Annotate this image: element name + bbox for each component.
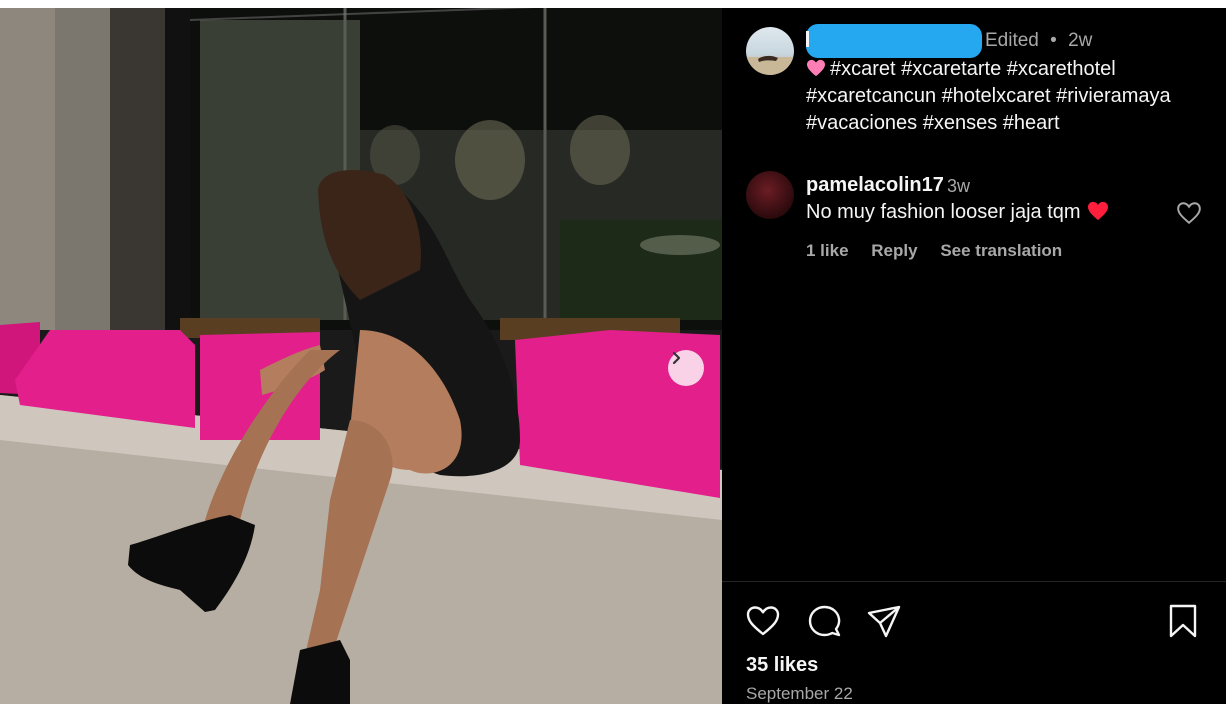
- comment-like-heart-icon[interactable]: [1176, 201, 1202, 225]
- comment-text: No muy fashion looser jaja tqm: [806, 201, 1109, 224]
- comment-reply-button[interactable]: Reply: [871, 241, 917, 260]
- window-top-edge: [0, 0, 1229, 8]
- red-heart-icon: [1087, 201, 1108, 221]
- chevron-right-icon: [672, 351, 681, 365]
- post-age[interactable]: 2w: [1068, 30, 1092, 51]
- like-heart-icon[interactable]: [745, 603, 781, 639]
- commenter-avatar[interactable]: [746, 171, 794, 219]
- comment-username[interactable]: pamelacolin17: [806, 174, 944, 197]
- owner-avatar[interactable]: [746, 27, 794, 75]
- owner-avatar-photo: [746, 55, 794, 75]
- pink-heart-icon: [807, 59, 825, 77]
- comment-actions: 1 like Reply See translation: [806, 241, 1080, 261]
- comment-age[interactable]: 3w: [947, 176, 970, 197]
- edited-label: Edited: [985, 30, 1039, 51]
- post-caption: #xcaret #xcaretarte #xcarethotel #xcaret…: [806, 56, 1196, 137]
- send-arrow-icon[interactable]: [866, 603, 902, 639]
- post-meta: Edited • 2w: [985, 30, 1092, 52]
- next-photo-button[interactable]: [668, 350, 704, 386]
- username-cursor-mark: [806, 31, 809, 47]
- meta-separator: •: [1050, 30, 1057, 51]
- post-photo[interactable]: [0, 0, 722, 704]
- caption-hashtags[interactable]: #xcaret #xcaretarte #xcarethotel #xcaret…: [806, 58, 1171, 134]
- post-date: September 22: [746, 684, 853, 703]
- photo-illustration: [0, 0, 722, 704]
- comment-bubble-icon[interactable]: [806, 603, 842, 639]
- comment-like-count[interactable]: 1 like: [806, 241, 849, 260]
- see-translation-button[interactable]: See translation: [940, 241, 1062, 260]
- instagram-post-window: Edited • 2w #xcaret #xcaretarte #xcareth…: [0, 0, 1229, 704]
- bookmark-icon[interactable]: [1165, 603, 1201, 639]
- actions-divider: [722, 581, 1226, 582]
- like-count[interactable]: 35 likes: [746, 654, 818, 677]
- comment-body: No muy fashion looser jaja tqm: [806, 201, 1081, 223]
- redacted-username: [806, 24, 982, 58]
